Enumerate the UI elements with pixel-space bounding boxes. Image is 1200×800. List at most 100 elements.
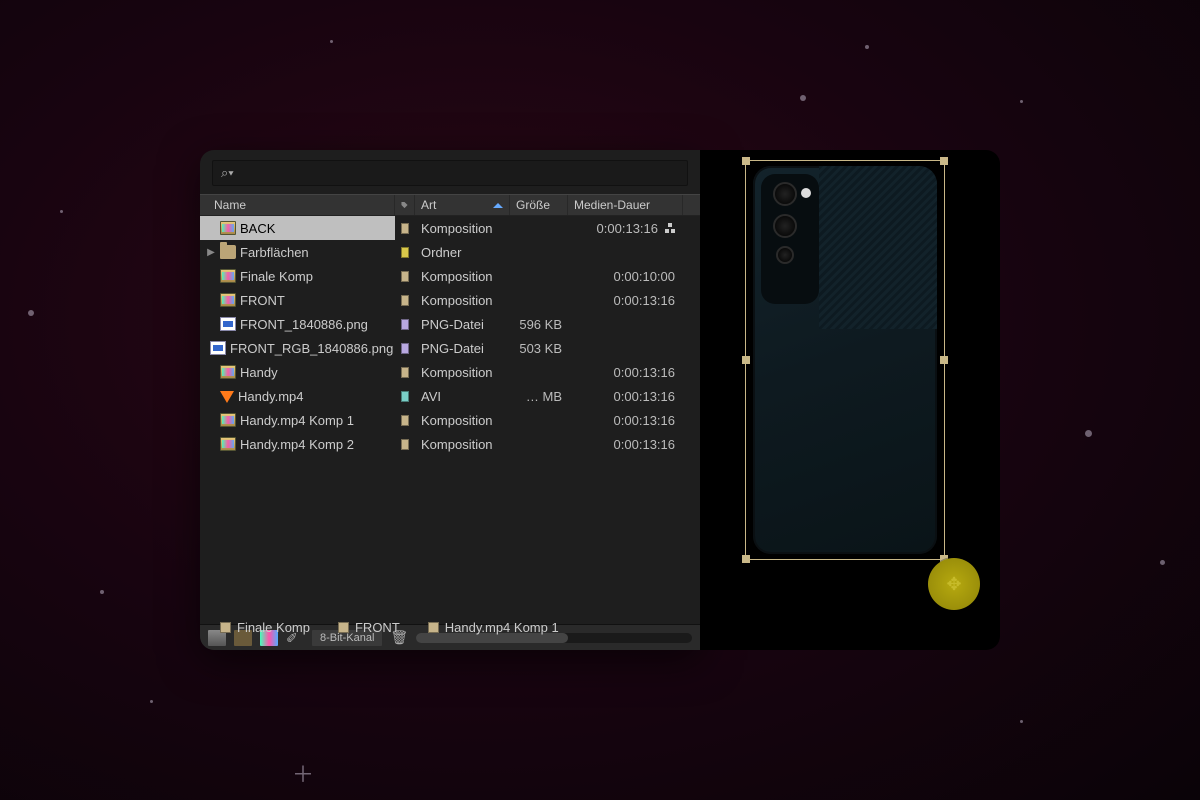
item-name: Handy.mp4 [238,389,304,404]
label-swatch[interactable] [401,271,409,282]
comp-icon [220,221,236,235]
col-label[interactable] [395,195,415,215]
item-duration: 0:00:13:16 [568,408,683,432]
project-panel: ⌕▾ Name Art Größe Medien-Dauer BACK Kompo… [200,150,700,650]
item-type: Komposition [415,360,510,384]
label-swatch[interactable] [401,295,409,306]
item-duration: 0:00:13:16 [568,360,683,384]
tag-icon [401,199,408,211]
item-name: Handy.mp4 Komp 2 [240,437,354,452]
item-duration: 0:00:13:16 [568,288,683,312]
sort-asc-icon [493,203,503,208]
expand-arrow-icon[interactable]: ▶ [206,247,216,258]
usage-icon [665,223,675,233]
search-input[interactable]: ⌕▾ [212,160,688,186]
item-type: AVI [415,384,510,408]
comp-swatch-icon [338,622,349,633]
comp-icon [220,413,236,427]
item-size: 503 KB [510,336,568,360]
flowchart-tabs: Finale Komp FRONT Handy.mp4 Komp 1 [220,613,700,641]
item-name: BACK [240,221,275,236]
flow-tab[interactable]: FRONT [338,620,400,635]
item-duration [568,336,683,360]
comp-icon [220,269,236,283]
item-duration [568,240,683,264]
cursor-highlight: ✥ [928,558,980,610]
item-size: … MB [510,384,568,408]
item-type: Komposition [415,264,510,288]
item-size [510,288,568,312]
item-size [510,240,568,264]
item-type: Komposition [415,288,510,312]
column-headers: Name Art Größe Medien-Dauer [200,194,700,216]
item-duration: 0:00:13:16 [568,216,683,240]
label-swatch[interactable] [401,415,409,426]
item-size [510,432,568,456]
folder-icon [220,245,236,259]
png-icon [220,317,236,331]
item-duration: 0:00:10:00 [568,264,683,288]
project-item[interactable]: Handy.mp4 Komp 2 Komposition 0:00:13:16 [200,432,700,456]
project-item[interactable]: Handy Komposition 0:00:13:16 [200,360,700,384]
project-item[interactable]: FRONT_RGB_1840886.png PNG-Datei503 KB [200,336,700,360]
item-size [510,408,568,432]
item-type: PNG-Datei [415,312,510,336]
item-type: Komposition [415,216,510,240]
col-name[interactable]: Name [200,195,395,215]
item-size [510,216,568,240]
item-size [510,360,568,384]
item-type: PNG-Datei [415,336,510,360]
item-name: FRONT [240,293,285,308]
resize-handle[interactable] [742,157,750,165]
label-swatch[interactable] [401,391,409,402]
label-swatch[interactable] [401,247,409,258]
project-item[interactable]: ▶ Farbflächen Ordner [200,240,700,264]
flow-tab[interactable]: Finale Komp [220,620,310,635]
col-type[interactable]: Art [415,195,510,215]
item-name: Farbflächen [240,245,309,260]
flow-tab[interactable]: Handy.mp4 Komp 1 [428,620,559,635]
project-item[interactable]: BACK Komposition 0:00:13:16 [200,216,700,240]
resize-handle[interactable] [940,157,948,165]
comp-swatch-icon [220,622,231,633]
label-swatch[interactable] [401,223,409,234]
composition-preview[interactable] [745,160,945,560]
project-item[interactable]: FRONT Komposition 0:00:13:16 [200,288,700,312]
search-icon: ⌕▾ [221,165,234,181]
item-name: Handy.mp4 Komp 1 [240,413,354,428]
avi-icon [220,391,234,403]
item-type: Ordner [415,240,510,264]
comp-icon [220,293,236,307]
item-size [510,264,568,288]
comp-icon [220,365,236,379]
item-name: Handy [240,365,278,380]
comp-icon [220,437,236,451]
item-duration: 0:00:13:16 [568,384,683,408]
project-item[interactable]: FRONT_1840886.png PNG-Datei596 KB [200,312,700,336]
label-swatch[interactable] [401,367,409,378]
item-name: Finale Komp [240,269,313,284]
col-size[interactable]: Größe [510,195,568,215]
label-swatch[interactable] [401,439,409,450]
plus-icon: ＋ [292,757,314,789]
label-swatch[interactable] [401,319,409,330]
project-item[interactable]: Handy.mp4 Komp 1 Komposition 0:00:13:16 [200,408,700,432]
resize-handle[interactable] [940,356,948,364]
selection-bbox[interactable] [745,160,945,560]
resize-handle[interactable] [742,356,750,364]
comp-swatch-icon [428,622,439,633]
png-icon [210,341,226,355]
item-type: Komposition [415,408,510,432]
item-duration [568,312,683,336]
item-duration: 0:00:13:16 [568,432,683,456]
project-item[interactable]: Handy.mp4 AVI… MB0:00:13:16 [200,384,700,408]
item-size: 596 KB [510,312,568,336]
label-swatch[interactable] [401,343,409,354]
col-duration[interactable]: Medien-Dauer [568,195,683,215]
item-type: Komposition [415,432,510,456]
resize-handle[interactable] [742,555,750,563]
item-name: FRONT_RGB_1840886.png [230,341,393,356]
item-name: FRONT_1840886.png [240,317,368,332]
project-items: BACK Komposition 0:00:13:16 ▶ Farbflächen Ord… [200,216,700,624]
project-item[interactable]: Finale Komp Komposition 0:00:10:00 [200,264,700,288]
